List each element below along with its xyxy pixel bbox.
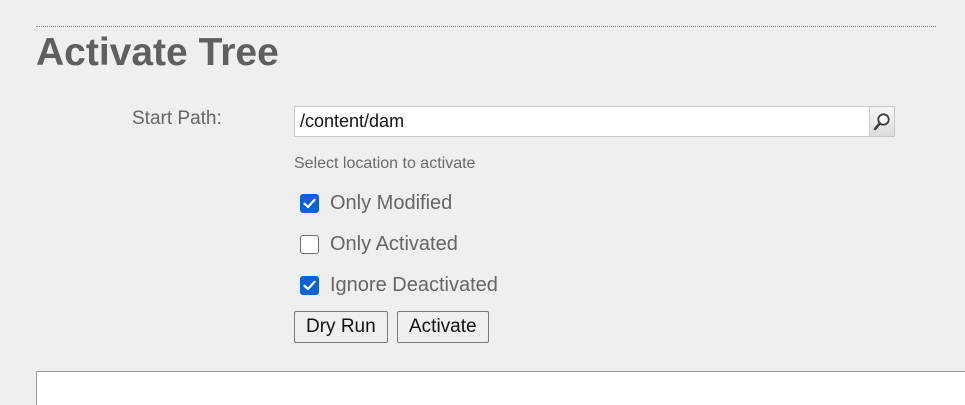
start-path-field	[294, 106, 895, 137]
activate-button[interactable]: Activate	[397, 311, 489, 343]
magnifier-icon	[873, 112, 890, 130]
page-title: Activate Tree	[36, 31, 279, 74]
option-only-activated[interactable]: Only Activated	[300, 233, 458, 256]
only-modified-label: Only Modified	[330, 192, 453, 214]
only-activated-checkbox[interactable]	[300, 235, 319, 254]
top-divider	[36, 26, 936, 27]
start-path-input[interactable]	[295, 107, 865, 136]
path-browse-button[interactable]	[869, 107, 894, 136]
checkmark-icon	[303, 280, 316, 291]
output-panel	[36, 371, 965, 405]
start-path-hint: Select location to activate	[294, 155, 476, 172]
ignore-deactivated-label: Ignore Deactivated	[330, 274, 498, 296]
only-activated-label: Only Activated	[330, 233, 458, 255]
option-ignore-deactivated[interactable]: Ignore Deactivated	[300, 274, 498, 297]
option-only-modified[interactable]: Only Modified	[300, 192, 452, 215]
dry-run-button[interactable]: Dry Run	[294, 311, 388, 343]
start-path-label: Start Path:	[132, 108, 222, 129]
activate-tree-page: Activate Tree Start Path: Select locatio…	[0, 0, 965, 405]
ignore-deactivated-checkbox[interactable]	[300, 276, 319, 295]
checkmark-icon	[303, 198, 316, 209]
only-modified-checkbox[interactable]	[300, 194, 319, 213]
